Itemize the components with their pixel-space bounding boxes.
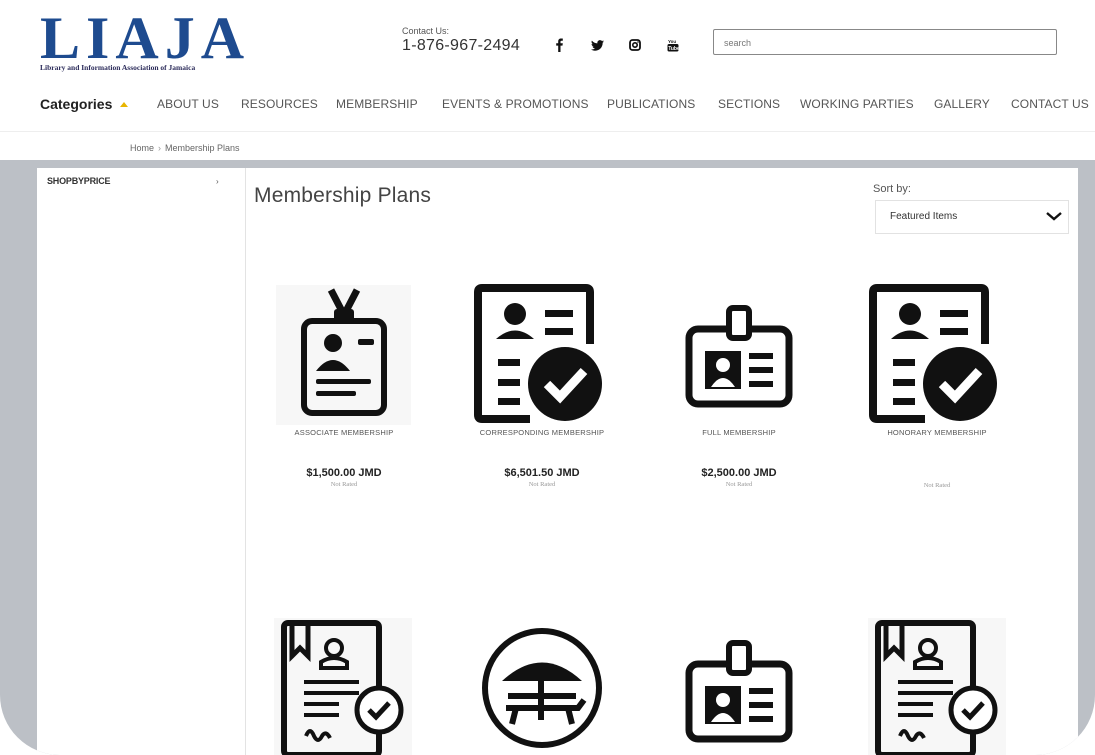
sort-selected-value: Featured Items (890, 211, 958, 222)
facebook-icon[interactable] (550, 36, 568, 54)
instagram-icon[interactable] (626, 36, 644, 54)
breadcrumb-current: Membership Plans (165, 143, 240, 153)
search-box (713, 29, 1057, 55)
caret-up-icon (120, 102, 129, 107)
product-name[interactable]: HONORARY MEMBERSHIP (837, 428, 1037, 437)
nav-item-publications[interactable]: PUBLICATIONS (607, 97, 695, 111)
twitter-icon[interactable] (588, 36, 606, 54)
product-price: $6,501.50 JMD (504, 467, 580, 479)
nav-item-gallery[interactable]: GALLERY (934, 97, 990, 111)
nav-item-events-promotions[interactable]: EVENTS & PROMOTIONS (442, 97, 589, 111)
logo-subtitle: Library and Information Association of J… (40, 63, 196, 72)
nav-item-resources[interactable]: RESOURCES (241, 97, 318, 111)
profile-document-check-icon[interactable] (865, 284, 1005, 424)
site-header: LIAJA Library and Information Associatio… (0, 0, 1095, 160)
main-nav: Categories ABOUT US RESOURCES MEMBERSHIP… (40, 96, 1095, 114)
id-badge-icon[interactable] (685, 305, 793, 410)
categories-label: Categories (40, 96, 113, 112)
nav-item-contact-us[interactable]: CONTACT US (1011, 97, 1089, 111)
product-rating: Not Rated (725, 481, 753, 488)
beach-umbrella-icon[interactable] (480, 626, 604, 750)
profile-document-check-icon[interactable] (470, 284, 610, 424)
product-rating: Not Rated (330, 481, 358, 488)
breadcrumb-home[interactable]: Home (130, 143, 154, 153)
product-rating: Not Rated (528, 481, 556, 488)
page-title: Membership Plans (254, 184, 432, 207)
product-price: $1,500.00 JMD (306, 467, 382, 479)
browser-page: LIAJA Library and Information Associatio… (0, 0, 1095, 755)
header-divider (0, 131, 1095, 132)
nav-item-sections[interactable]: SECTIONS (718, 97, 780, 111)
sort-label: Sort by: (873, 183, 911, 195)
nav-item-about-us[interactable]: ABOUT US (157, 97, 219, 111)
breadcrumb: Home › Membership Plans (130, 143, 240, 153)
chevron-right-icon[interactable]: › (216, 177, 219, 186)
youtube-icon[interactable]: You Tube (664, 36, 682, 54)
product-price: $2,500.00 JMD (701, 467, 777, 479)
search-input[interactable] (722, 31, 1046, 55)
product-name[interactable]: CORRESPONDING MEMBERSHIP (442, 428, 642, 437)
certificate-check-icon[interactable] (868, 618, 1006, 755)
chevron-down-icon (1046, 209, 1062, 228)
id-badge-icon[interactable] (685, 640, 793, 745)
product-name[interactable]: FULL MEMBERSHIP (639, 428, 839, 437)
product-name[interactable]: ASSOCIATE MEMBERSHIP (244, 428, 444, 437)
contact-block: Contact Us: 1-876-967-2494 (402, 26, 520, 55)
product-rating: Not Rated (923, 482, 951, 489)
sidebar: SHOPBYPRICE › (37, 168, 246, 755)
breadcrumb-separator: › (158, 143, 162, 153)
nav-item-membership[interactable]: MEMBERSHIP (336, 97, 418, 111)
svg-text:Tube: Tube (668, 46, 679, 52)
certificate-check-icon[interactable] (274, 618, 412, 755)
badge-lanyard-icon[interactable] (276, 285, 411, 425)
contact-phone[interactable]: 1-876-967-2494 (402, 37, 520, 55)
categories-menu[interactable]: Categories (40, 96, 129, 112)
svg-text:You: You (668, 39, 676, 44)
nav-item-working-parties[interactable]: WORKING PARTIES (800, 97, 914, 111)
sort-select[interactable]: Featured Items (875, 200, 1069, 234)
site-logo[interactable]: LIAJA Library and Information Associatio… (40, 8, 280, 74)
logo-wordmark: LIAJA (40, 5, 251, 71)
contact-label: Contact Us: (402, 26, 450, 36)
sidebar-title-shop-by-price[interactable]: SHOPBYPRICE (47, 176, 111, 186)
